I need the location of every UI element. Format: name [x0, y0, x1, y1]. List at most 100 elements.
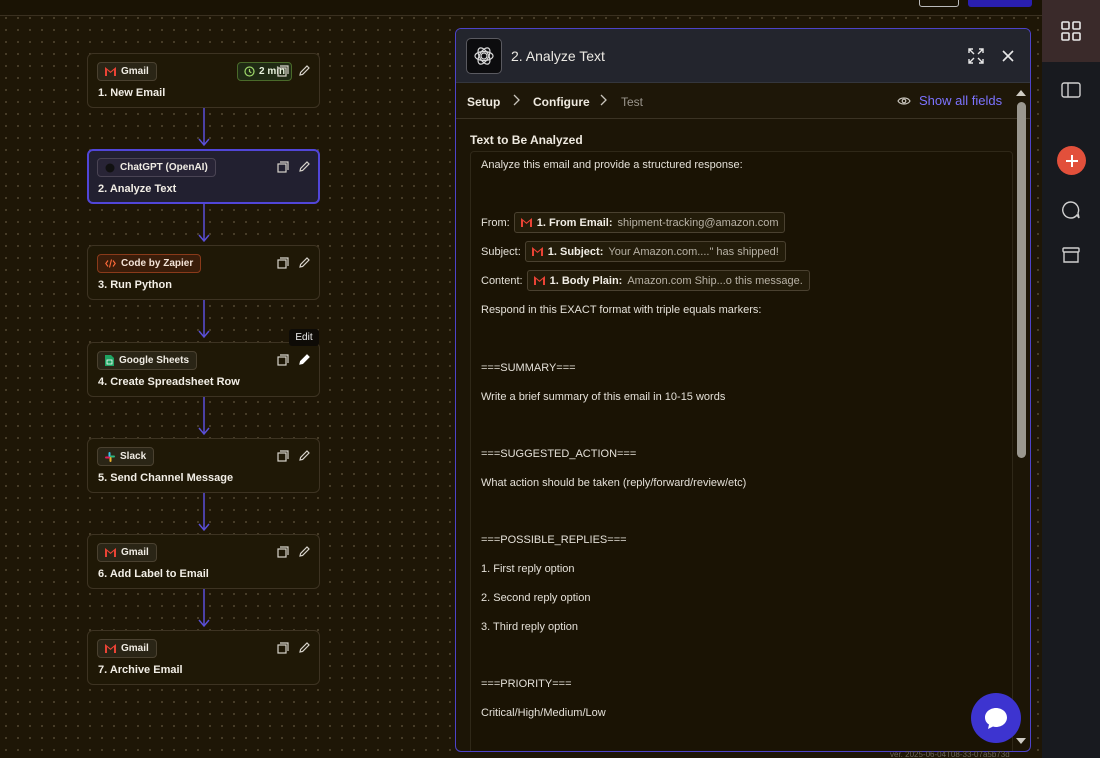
- top-button[interactable]: [919, 0, 959, 7]
- show-all-fields-link[interactable]: Show all fields: [897, 93, 1002, 108]
- duplicate-icon[interactable]: [277, 546, 289, 558]
- prompt-line: ===SUGGESTED_ACTION===: [481, 448, 637, 460]
- grid-icon: [1061, 21, 1081, 41]
- app-name: Code by Zapier: [121, 258, 194, 269]
- token-key: 1. From Email:: [536, 216, 613, 229]
- workflow-step-5[interactable]: Slack 5. Send Channel Message: [87, 438, 320, 493]
- support-chat-button[interactable]: [971, 693, 1021, 743]
- prompt-line: 2. Second reply option: [481, 592, 591, 604]
- app-name: Google Sheets: [119, 355, 190, 366]
- app-badge: Gmail: [97, 543, 157, 562]
- eye-icon: [897, 96, 911, 105]
- top-bar: [0, 0, 1042, 16]
- app-badge: Google Sheets: [97, 351, 198, 370]
- app-name: Gmail: [121, 547, 149, 558]
- plus-icon: [1065, 154, 1078, 167]
- text-to-analyze-field[interactable]: Analyze this email and provide a structu…: [470, 151, 1013, 751]
- prompt-line: Write a brief summary of this email in 1…: [481, 391, 726, 403]
- subject-token[interactable]: 1. Subject: Your Amazon.com...." has shi…: [524, 241, 786, 262]
- tab-configure[interactable]: Configure: [533, 95, 590, 109]
- app-badge: Slack: [97, 447, 155, 466]
- step-title: 3. Run Python: [98, 279, 172, 291]
- expand-icon[interactable]: [968, 48, 984, 64]
- step-details-panel: 2. Analyze Text Setup Configure Test Sho…: [455, 28, 1031, 752]
- gmail-icon: [533, 276, 545, 285]
- scrollbar-thumb[interactable]: [1017, 102, 1026, 458]
- app-name: ChatGPT (OpenAI): [120, 162, 208, 173]
- prompt-line: Analyze this email and provide a structu…: [481, 159, 743, 171]
- workflow-step-2[interactable]: ChatGPT (OpenAI) 2. Analyze Text: [87, 149, 320, 204]
- tab-test[interactable]: Test: [621, 95, 643, 109]
- token-value: Amazon.com Ship...o this message.: [627, 274, 803, 287]
- from-email-token[interactable]: 1. From Email: shipment-tracking@amazon.…: [513, 212, 786, 233]
- edit-pencil-icon[interactable]: [298, 641, 311, 654]
- workflow-step-1[interactable]: Gmail 2 min 1. New Email: [87, 53, 320, 108]
- step-title: 1. New Email: [98, 87, 166, 99]
- apps-grid-button[interactable]: [1042, 0, 1100, 62]
- slack-icon: [105, 451, 115, 462]
- edit-pencil-icon[interactable]: [298, 256, 311, 269]
- openai-icon: [466, 38, 502, 74]
- edit-pencil-icon[interactable]: [298, 160, 311, 173]
- prompt-line: 3. Third reply option: [481, 621, 579, 633]
- gmail-icon: [105, 548, 116, 557]
- edit-pencil-icon[interactable]: [298, 449, 311, 462]
- duplicate-icon[interactable]: [277, 257, 289, 269]
- connector-arrow: [198, 300, 210, 339]
- prompt-line: ===POSSIBLE_REPLIES===: [481, 534, 627, 546]
- workflow-step-3[interactable]: Code by Zapier 3. Run Python: [87, 245, 320, 300]
- connector-arrow: [198, 493, 210, 532]
- edit-pencil-icon[interactable]: [298, 353, 311, 366]
- app-badge: Gmail: [97, 639, 157, 658]
- step-title: 4. Create Spreadsheet Row: [98, 376, 240, 388]
- chat-bubble-icon: [985, 708, 1007, 729]
- workflow-canvas[interactable]: Gmail 2 min 1. New Email ChatGPT (OpenAI…: [0, 0, 1042, 758]
- app-badge: Code by Zapier: [97, 254, 202, 273]
- prompt-line: ===SUMMARY===: [481, 362, 576, 374]
- prompt-line: What action should be taken (reply/forwa…: [481, 477, 747, 489]
- step-title: 7. Archive Email: [98, 664, 183, 676]
- body-plain-token[interactable]: 1. Body Plain: Amazon.com Ship...o this …: [526, 270, 810, 291]
- token-key: 1. Body Plain:: [549, 274, 623, 287]
- duplicate-icon[interactable]: [277, 65, 289, 77]
- clock-icon: [244, 66, 255, 77]
- from-label: From:: [481, 216, 510, 229]
- publish-button[interactable]: [968, 0, 1032, 7]
- workflow-step-7[interactable]: Gmail 7. Archive Email: [87, 630, 320, 685]
- connector-arrow: [198, 108, 210, 147]
- scroll-down-arrow-icon[interactable]: [1015, 736, 1027, 746]
- gmail-icon: [520, 218, 532, 227]
- google-sheets-icon: [105, 355, 114, 366]
- duplicate-icon[interactable]: [277, 161, 289, 173]
- duplicate-icon[interactable]: [277, 642, 289, 654]
- chevron-right-icon: [600, 94, 607, 106]
- panel-toggle-icon[interactable]: [1061, 80, 1081, 100]
- app-name: Gmail: [121, 66, 149, 77]
- edit-pencil-icon[interactable]: [298, 64, 311, 77]
- edit-pencil-icon[interactable]: [298, 545, 311, 558]
- prompt-line: Critical/High/Medium/Low: [481, 707, 606, 719]
- subject-row: Subject: 1. Subject: Your Amazon.com....…: [481, 241, 786, 262]
- scrollbar[interactable]: [1013, 86, 1029, 748]
- connector-arrow: [198, 589, 210, 628]
- duplicate-icon[interactable]: [277, 354, 289, 366]
- app-badge: Gmail: [97, 62, 157, 81]
- connector-arrow: [198, 397, 210, 436]
- workflow-step-6[interactable]: Gmail 6. Add Label to Email: [87, 534, 320, 589]
- app-badge: ChatGPT (OpenAI): [97, 158, 216, 177]
- close-icon[interactable]: [1000, 48, 1016, 64]
- gmail-icon: [105, 67, 116, 76]
- workflow-step-4[interactable]: Google Sheets 4. Create Spreadsheet Row: [87, 342, 320, 397]
- from-row: From: 1. From Email: shipment-tracking@a…: [481, 212, 786, 233]
- chat-search-icon[interactable]: [1061, 200, 1081, 220]
- tab-setup[interactable]: Setup: [467, 95, 500, 109]
- scroll-up-arrow-icon[interactable]: [1015, 88, 1027, 98]
- show-all-fields-label: Show all fields: [919, 93, 1003, 108]
- chevron-right-icon: [513, 94, 520, 106]
- duplicate-icon[interactable]: [277, 450, 289, 462]
- content-label: Content:: [481, 274, 523, 287]
- subject-label: Subject:: [481, 245, 521, 258]
- add-step-button[interactable]: [1057, 146, 1086, 175]
- archive-box-icon[interactable]: [1061, 245, 1081, 265]
- gmail-icon: [105, 644, 116, 653]
